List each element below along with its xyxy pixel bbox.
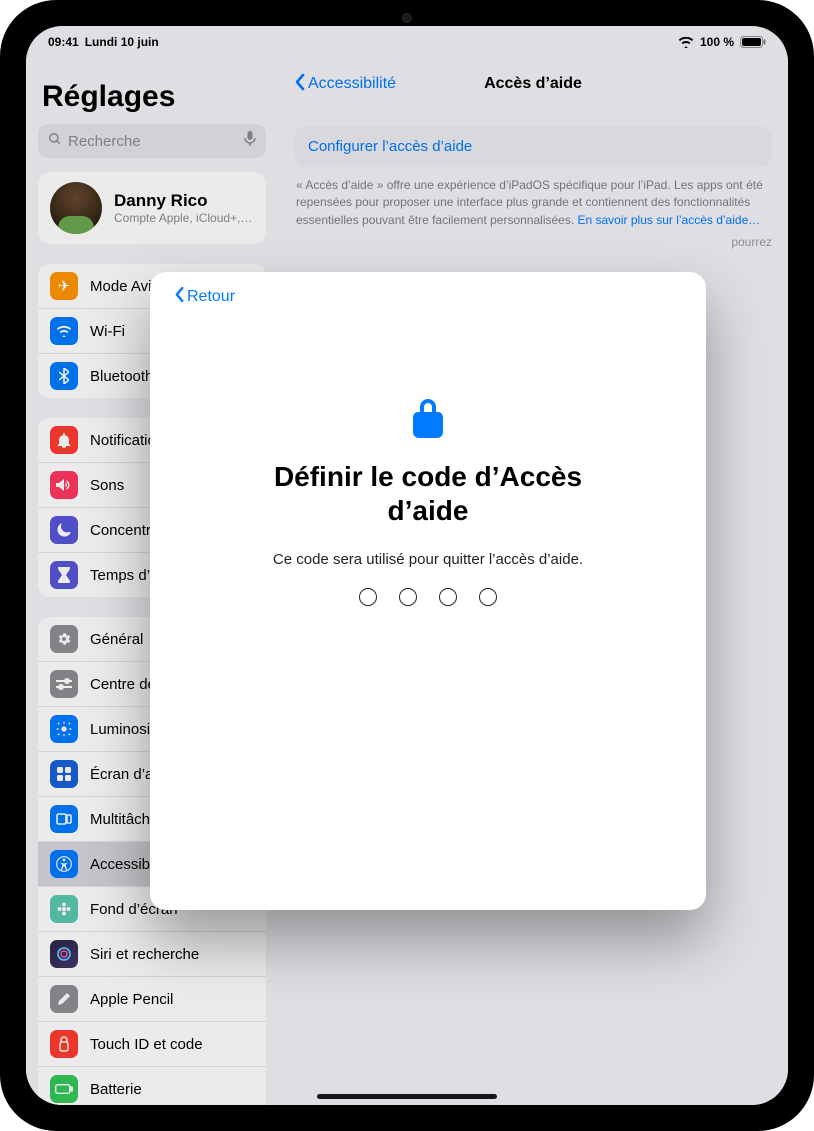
modal-back-button[interactable]: Retour <box>174 286 682 308</box>
set-passcode-modal: Retour Définir le code d’Accès d’aide Ce… <box>150 272 706 910</box>
chevron-left-icon <box>174 286 185 308</box>
front-camera <box>402 13 412 23</box>
home-indicator[interactable] <box>317 1094 497 1099</box>
passcode-dot <box>479 588 497 606</box>
modal-subtitle: Ce code sera utilisé pour quitter l’accè… <box>273 551 583 568</box>
lock-icon <box>408 394 448 438</box>
modal-title: Définir le code d’Accès d’aide <box>268 460 588 527</box>
passcode-dot <box>359 588 377 606</box>
screen: 09:41 Lundi 10 juin 100 % Réglages <box>26 26 788 1105</box>
passcode-dot <box>439 588 457 606</box>
passcode-dot <box>399 588 417 606</box>
passcode-field[interactable] <box>359 588 497 606</box>
modal-back-label: Retour <box>187 288 235 306</box>
